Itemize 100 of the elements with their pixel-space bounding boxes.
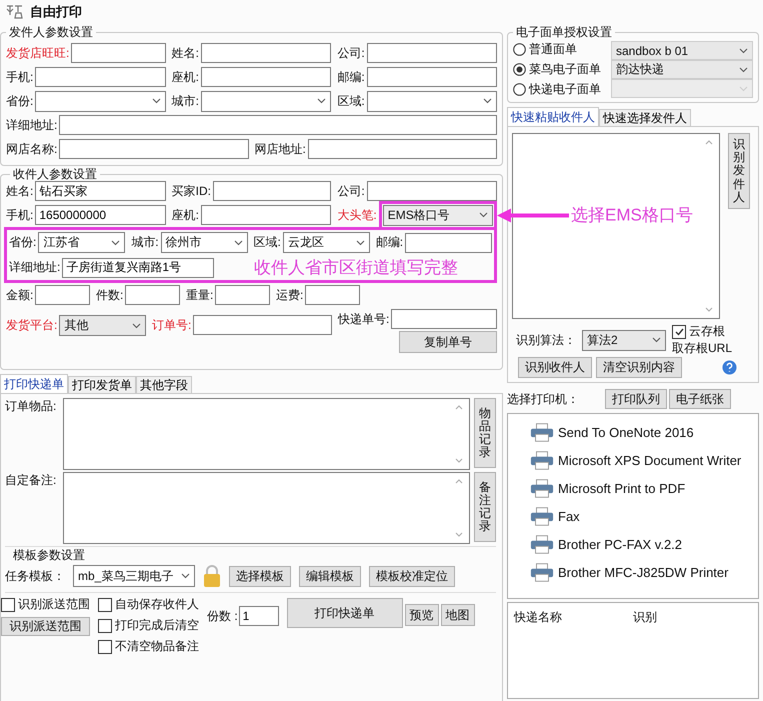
text-field[interactable] (71, 43, 166, 63)
text-field[interactable] (305, 285, 360, 305)
text-field[interactable] (366, 67, 498, 87)
field-label: 快递单号: (338, 310, 390, 328)
text-field[interactable] (35, 67, 166, 87)
text-field[interactable] (366, 181, 498, 201)
chevron-down-icon (739, 66, 748, 72)
chevron-down-icon (152, 98, 161, 104)
dropdown[interactable] (35, 90, 166, 112)
print-button[interactable]: 打印快递单 (286, 598, 403, 628)
dropdown[interactable] (201, 90, 332, 112)
text-field[interactable] (193, 315, 332, 335)
radio-button[interactable] (513, 83, 526, 96)
recognize-sender-button[interactable]: 识别发件人 (728, 133, 750, 209)
recognize-button[interactable]: 识别收件人 (518, 357, 592, 378)
dropdown[interactable]: 其他 (59, 315, 146, 336)
radio-button[interactable] (513, 63, 526, 76)
app-icon (6, 4, 24, 20)
field-label: 区域: (337, 92, 365, 110)
text-field[interactable] (215, 285, 270, 305)
text-field[interactable] (391, 309, 497, 329)
printer-button[interactable]: 打印队列 (605, 389, 667, 409)
checkbox[interactable] (1, 598, 15, 612)
check-icon (674, 326, 684, 337)
field-label: 手机: (6, 206, 34, 224)
radio-button[interactable] (513, 43, 526, 56)
text-field[interactable] (405, 232, 492, 252)
group-title: 发件人参数设置 (8, 24, 94, 41)
text-field[interactable] (308, 139, 497, 159)
checkbox[interactable] (98, 640, 112, 654)
text-field[interactable]: 钻石买家 (35, 181, 166, 201)
dropdown[interactable]: 算法2 (582, 330, 666, 350)
text-field[interactable] (201, 205, 332, 225)
text-field[interactable]: 1650000000 (35, 205, 166, 225)
dropdown[interactable]: EMS格口号 (382, 204, 494, 226)
checkbox-label: 不清空物品备注 (115, 638, 199, 655)
template-button[interactable]: 模板校准定位 (369, 566, 455, 586)
window-title: 自由打印 (30, 3, 82, 21)
printer-item[interactable]: Fax (508, 502, 758, 530)
tab[interactable]: 快速选择发件人 (599, 109, 691, 126)
recognize-button[interactable]: 清空识别内容 (596, 357, 682, 378)
tab[interactable]: 打印发货单 (68, 376, 136, 393)
text-field[interactable]: 子房街道复兴南路1号 (62, 258, 214, 278)
text-field[interactable] (35, 285, 90, 305)
action-button[interactable]: 预览 (404, 604, 439, 626)
text-field[interactable] (59, 139, 248, 159)
field-label: 网店名称: (6, 140, 58, 158)
field-label: 邮编: (337, 68, 365, 86)
field-label: 买家ID: (172, 182, 212, 200)
delivery-scope-button[interactable]: 识别派送范围 (1, 617, 90, 636)
field-label: 区域: (254, 234, 281, 251)
printer-item[interactable]: Microsoft XPS Document Writer (508, 446, 758, 474)
text-field[interactable] (201, 67, 332, 87)
tab[interactable]: 其他字段 (136, 376, 192, 393)
text-area[interactable] (512, 133, 720, 319)
printer-item[interactable]: Brother PC-FAX v.2.2 (508, 530, 758, 558)
field-label: 份数 : (207, 608, 238, 624)
dropdown[interactable]: 徐州市 (160, 232, 248, 253)
text-field[interactable] (201, 43, 332, 63)
field-label: 姓名: (6, 182, 34, 200)
printer-button[interactable]: 电子纸张 (669, 389, 731, 409)
record-button[interactable]: 物品记录 (474, 398, 496, 468)
template-button[interactable]: 编辑模板 (299, 566, 361, 586)
action-button[interactable]: 地图 (440, 604, 475, 626)
dropdown[interactable]: sandbox b 01 (611, 41, 753, 60)
record-button[interactable]: 备注记录 (474, 472, 496, 542)
scroll-down-icon (455, 458, 463, 463)
dropdown[interactable]: mb_菜鸟三期电子 (73, 565, 195, 587)
printer-item[interactable]: Microsoft Print to PDF (508, 474, 758, 502)
tab[interactable]: 快速粘贴收件人 (507, 107, 599, 126)
template-button[interactable]: 选择模板 (229, 566, 291, 586)
printer-icon (530, 506, 554, 526)
field-label: 任务模板： (5, 568, 65, 584)
text-area[interactable] (63, 398, 470, 470)
field-label: 公司: (337, 44, 365, 62)
text-field[interactable] (59, 115, 497, 135)
text-field[interactable] (366, 43, 498, 63)
text-field[interactable] (125, 285, 180, 305)
dropdown[interactable] (366, 90, 498, 112)
text-area[interactable] (63, 472, 470, 544)
copies-field[interactable]: 1 (238, 606, 279, 626)
checkbox[interactable] (98, 598, 112, 612)
printer-icon (530, 450, 554, 470)
help-icon[interactable] (722, 360, 737, 375)
tab[interactable]: 打印快递单 (0, 374, 68, 393)
printer-item[interactable]: Send To OneNote 2016 (508, 418, 758, 446)
checkbox[interactable] (98, 618, 112, 632)
group-title: 电子面单授权设置 (515, 24, 613, 41)
group-title: 收件人参数设置 (10, 167, 100, 181)
field-label: 公司: (337, 182, 365, 200)
dropdown[interactable]: 云龙区 (282, 232, 370, 253)
text-field[interactable] (213, 181, 332, 201)
printer-item[interactable]: Brother MFC-J825DW Printer (508, 558, 758, 586)
dropdown[interactable]: 韵达快递 (611, 60, 753, 79)
copy-number-button[interactable]: 复制单号 (399, 331, 497, 353)
column-header: 快递名称 (514, 609, 563, 626)
chevron-down-icon (132, 322, 141, 328)
dropdown[interactable]: 江苏省 (38, 232, 126, 253)
checkbox[interactable] (672, 324, 686, 338)
field-label: 座机: (172, 206, 200, 224)
